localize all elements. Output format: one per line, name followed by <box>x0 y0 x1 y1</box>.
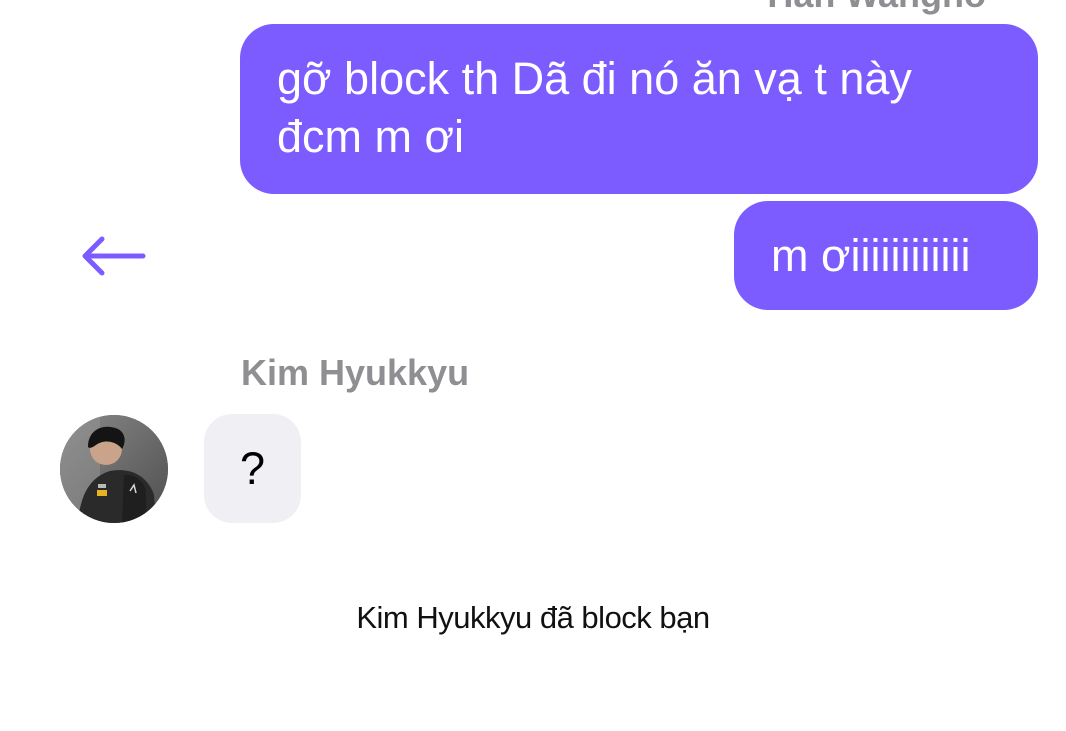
avatar[interactable] <box>60 415 168 523</box>
outgoing-message-bubble[interactable]: m ơiiiiiiiiiiii <box>734 201 1038 310</box>
chat-screen: Han Wangho gỡ block th Dã đi nó ăn vạ t … <box>0 0 1066 731</box>
back-button[interactable] <box>80 232 148 280</box>
avatar-photo <box>60 415 168 523</box>
arrow-left-icon <box>82 236 146 276</box>
sender-name-incoming: Kim Hyukkyu <box>241 352 470 393</box>
message-text: ? <box>239 443 266 494</box>
message-text: gỡ block th Dã đi nó ăn vạ t này đcm m ơ… <box>277 53 912 162</box>
message-text: m ơiiiiiiiiiiii <box>771 230 971 281</box>
sender-name-top: Han Wangho <box>767 0 986 16</box>
incoming-message-bubble[interactable]: ? <box>204 414 301 523</box>
outgoing-message-bubble[interactable]: gỡ block th Dã đi nó ăn vạ t này đcm m ơ… <box>240 24 1038 194</box>
block-notice: Kim Hyukkyu đã block bạn <box>356 600 710 635</box>
